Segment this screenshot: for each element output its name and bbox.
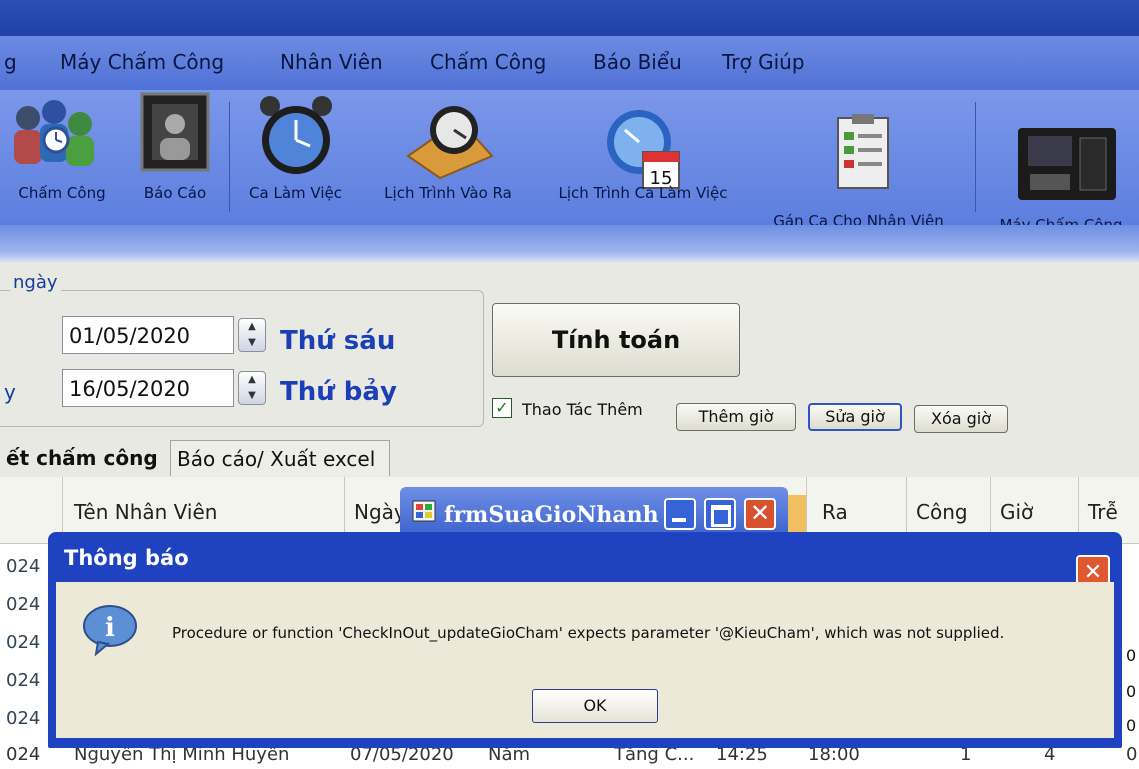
report-photo-icon <box>140 92 210 172</box>
minimize-button[interactable] <box>664 498 696 530</box>
to-date-input[interactable]: 16/05/2020 <box>62 369 234 407</box>
minimize-icon <box>672 518 686 522</box>
row-value: 0 <box>1126 716 1137 735</box>
toolbar-label: Lịch Trình Vào Ra <box>384 184 512 202</box>
toolbar-label: Ca Làm Việc <box>249 184 342 202</box>
row-id: 024 <box>6 670 41 691</box>
toolbar-gan-ca-button[interactable]: Gán Ca Cho Nhân Viên <box>756 96 961 230</box>
menu-item-tro-giup[interactable]: Trợ Giúp <box>722 50 805 74</box>
row-id: 024 <box>6 594 41 615</box>
menu-item-partial[interactable]: g <box>4 50 17 74</box>
column-header-cong[interactable]: Công <box>916 500 968 524</box>
toolbar-label: Báo Cáo <box>143 184 207 202</box>
menu-item-may-cham-cong[interactable]: Máy Chấm Công <box>60 50 224 74</box>
calculate-button[interactable]: Tính toán <box>492 303 740 377</box>
from-weekday: Thứ sáu <box>280 326 396 356</box>
delete-time-button[interactable]: Xóa giờ <box>914 405 1008 433</box>
close-button[interactable]: ✕ <box>744 498 776 530</box>
column-header-date[interactable]: Ngày <box>354 500 406 524</box>
toolbar-separator <box>229 102 230 212</box>
row-id: 024 <box>6 708 41 729</box>
toolbar-label: Lịch Trình Ca Làm Việc <box>558 184 728 202</box>
menu-item-cham-cong[interactable]: Chấm Công <box>430 50 546 74</box>
dialog-message: Procedure or function 'CheckInOut_update… <box>172 624 1005 642</box>
maximize-icon <box>711 505 731 527</box>
toolbar-may-cham-cong-button[interactable]: Máy Chấm Công <box>986 96 1136 234</box>
edit-window-title: frmSuaGioNhanh <box>444 502 659 528</box>
ok-button[interactable]: OK <box>532 689 658 723</box>
row-tre: 0 <box>1126 744 1138 765</box>
column-header-out[interactable]: Ra <box>822 500 848 524</box>
to-date-spinner[interactable]: ▲ ▼ <box>238 371 266 405</box>
from-date-input[interactable]: 01/05/2020 <box>62 316 234 354</box>
row-id: 024 <box>6 744 41 765</box>
edit-time-button[interactable]: Sửa giờ <box>808 403 902 431</box>
info-icon: i <box>83 605 137 656</box>
column-header-tre[interactable]: Trễ <box>1088 500 1118 524</box>
date-group-legend: ngày <box>10 272 61 293</box>
tab-bao-cao-xuat-excel[interactable]: Báo cáo/ Xuất excel <box>170 440 390 476</box>
toolbar-bao-cao-button[interactable]: Báo Cáo <box>130 92 220 211</box>
toolbar-separator <box>975 102 976 212</box>
extra-ops-checkbox[interactable]: ✓ <box>492 398 512 418</box>
attendance-machine-icon <box>1018 128 1116 200</box>
dialog-title: Thông báo <box>64 546 189 570</box>
row-value: 0 <box>1126 646 1137 665</box>
extra-ops-label: Thao Tác Thêm <box>522 400 643 419</box>
tab-cham-cong[interactable]: ết chấm công <box>0 440 168 476</box>
menu-item-nhan-vien[interactable]: Nhân Viên <box>280 50 383 74</box>
menu-item-bao-bieu[interactable]: Báo Biểu <box>593 50 682 74</box>
maximize-button[interactable] <box>704 498 736 530</box>
close-icon: ✕ <box>749 499 771 527</box>
people-clock-icon <box>14 100 94 166</box>
toolbar-lich-trinh-ca-lam-viec-button[interactable]: 15 Lịch Trình Ca Làm Việc <box>543 96 743 211</box>
toolbar-lich-trinh-vao-ra-button[interactable]: Lịch Trình Vào Ra <box>368 96 528 211</box>
column-header-name[interactable]: Tên Nhân Viên <box>74 500 217 524</box>
to-weekday: Thứ bảy <box>280 377 397 407</box>
from-date-spinner[interactable]: ▲ ▼ <box>238 318 266 352</box>
app-window-icon <box>412 500 436 522</box>
row-id: 024 <box>6 556 41 577</box>
toolbar-cham-cong-button[interactable]: Chấm Công <box>2 96 122 211</box>
toolbar-label: Chấm Công <box>18 184 106 202</box>
svg-text:i: i <box>105 613 115 643</box>
row-value: 0 <box>1126 682 1137 701</box>
clipboard-icon <box>837 114 889 189</box>
row-id: 024 <box>6 632 41 653</box>
column-header-gio[interactable]: Giờ <box>1000 500 1033 524</box>
ribbon-band <box>0 225 1139 263</box>
to-date-label: y <box>4 380 16 404</box>
clock-schedule-icon <box>406 106 494 180</box>
alarm-clock-icon <box>260 96 332 174</box>
calendar-clock-icon: 15 <box>607 110 680 189</box>
add-time-button[interactable]: Thêm giờ <box>676 403 796 431</box>
toolbar-ca-lam-viec-button[interactable]: Ca Làm Việc <box>238 96 353 211</box>
